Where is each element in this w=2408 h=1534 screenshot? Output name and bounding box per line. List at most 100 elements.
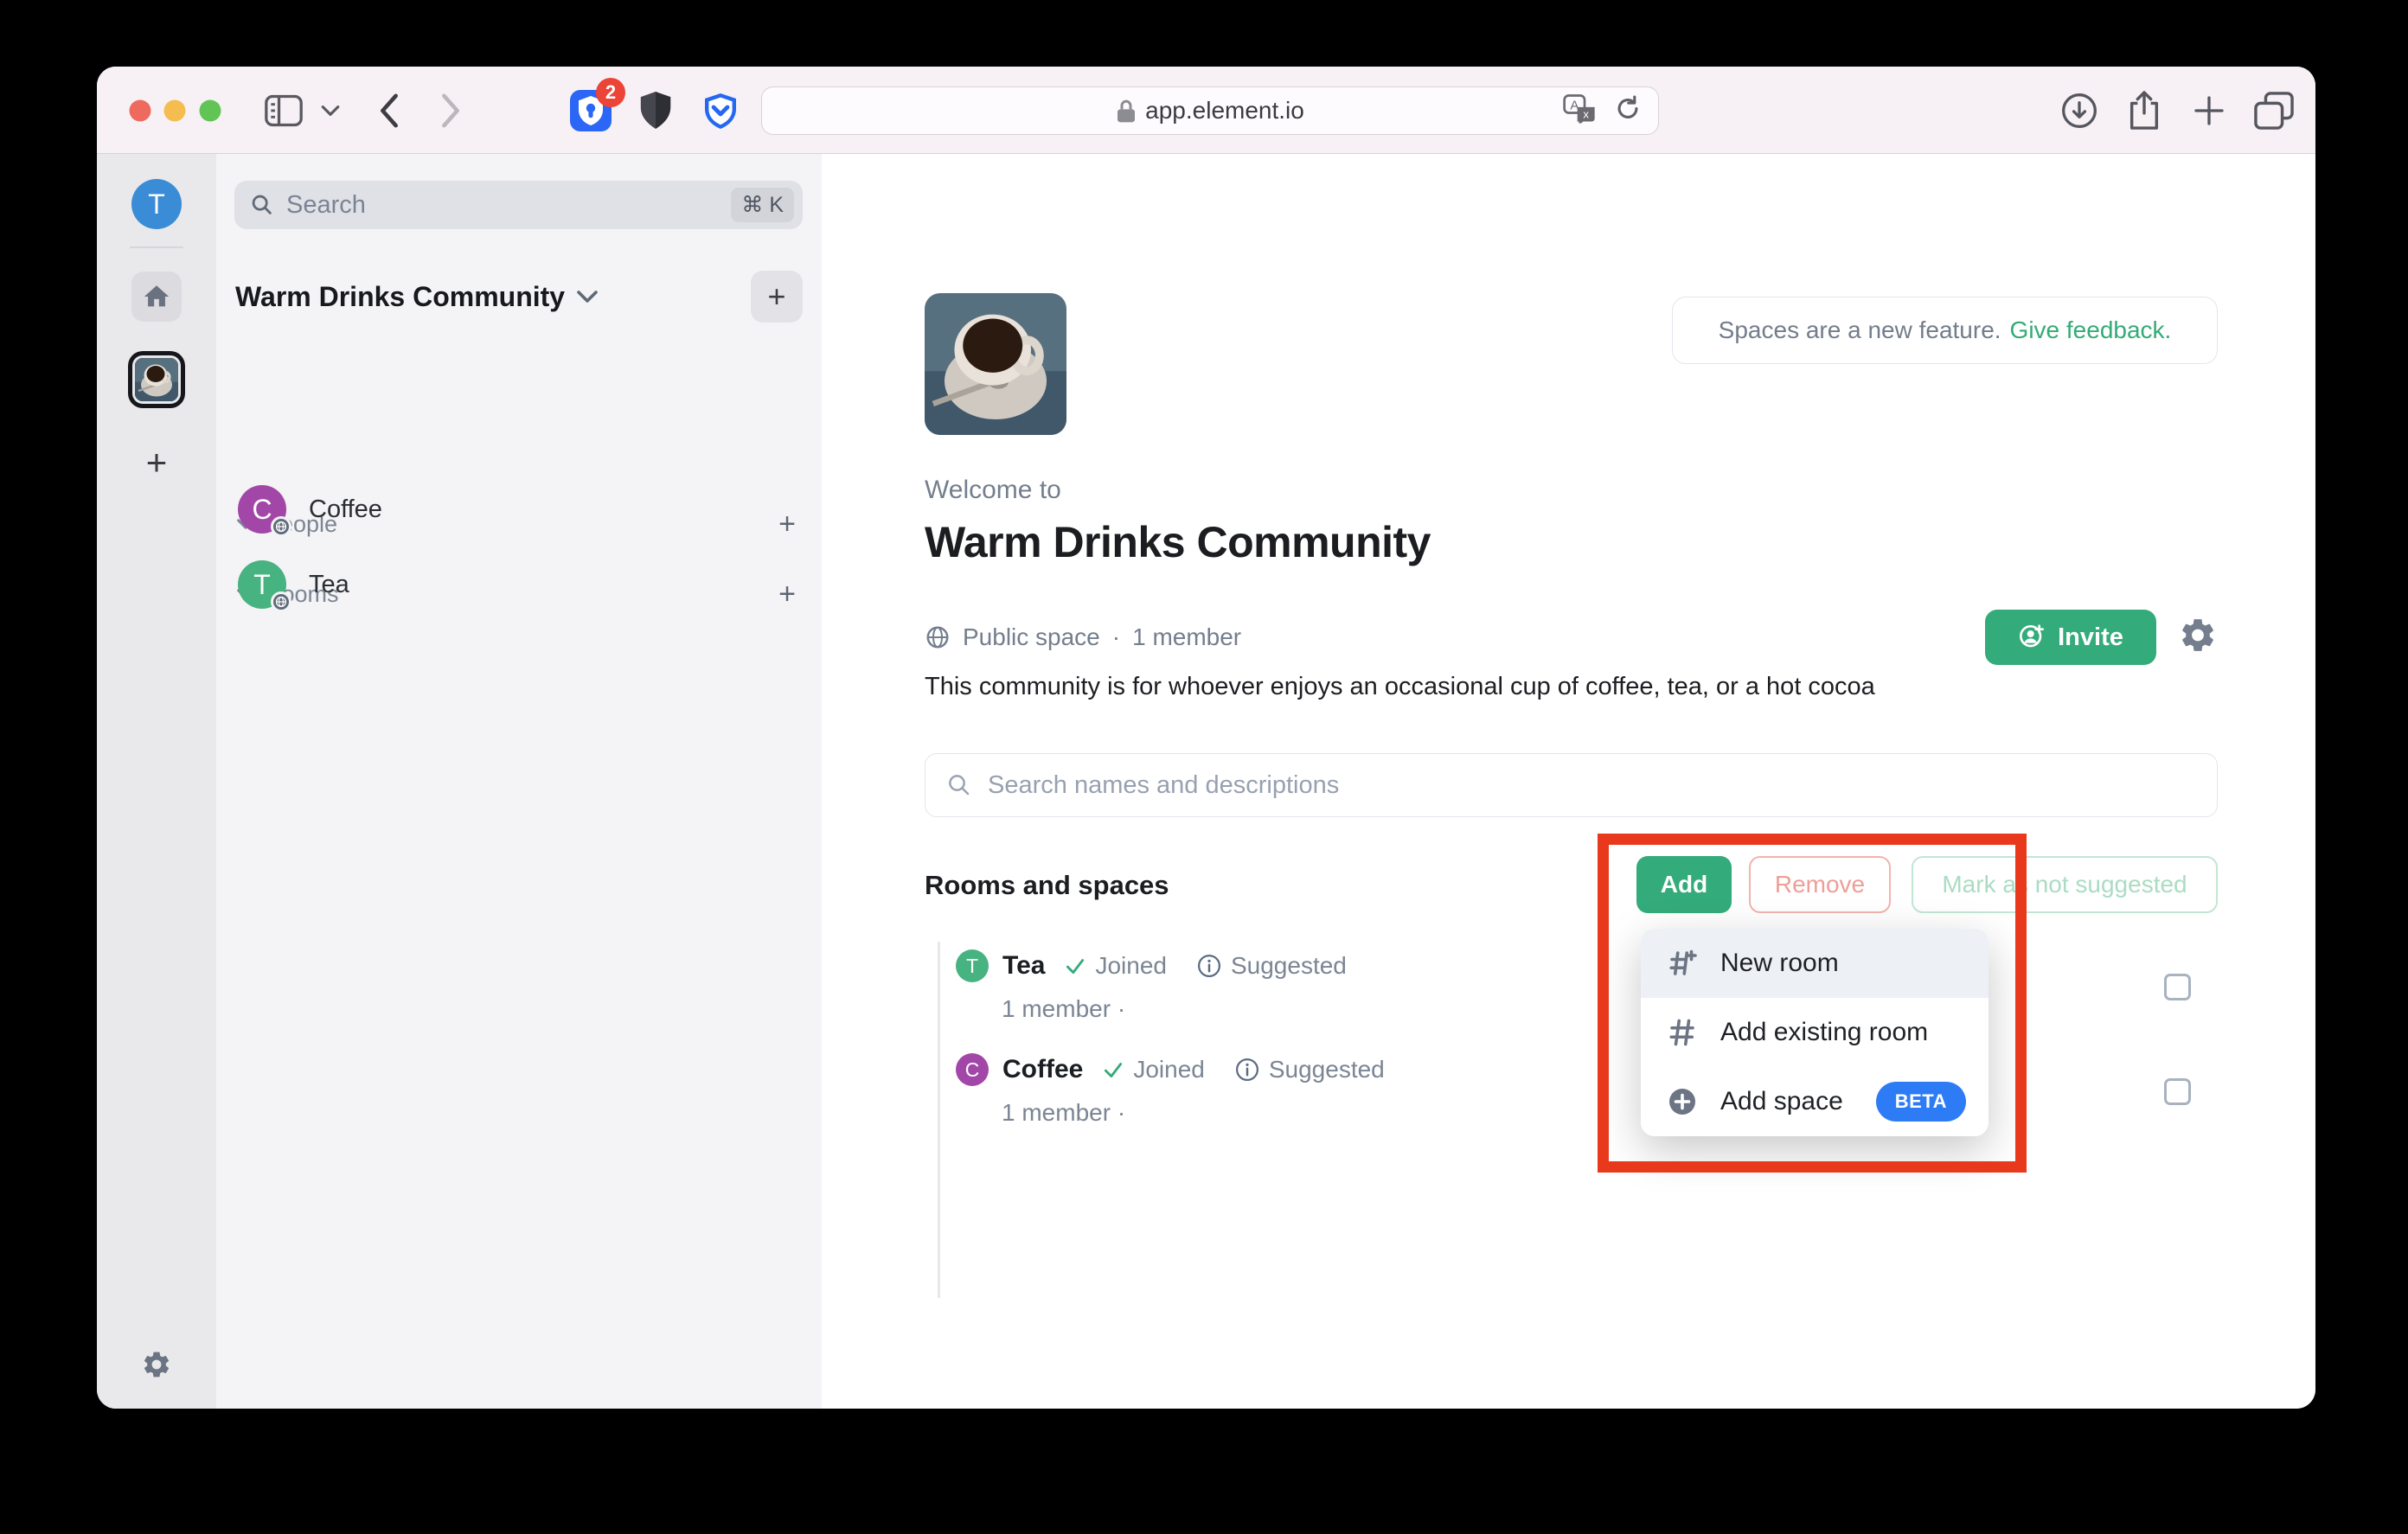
person-add-icon	[2018, 623, 2046, 651]
menu-item-new-room[interactable]: New room	[1641, 929, 1989, 998]
spaces-rail: T +	[97, 154, 216, 1409]
space-avatar-active[interactable]	[128, 351, 185, 408]
traffic-light-close[interactable]	[130, 100, 151, 122]
space-image[interactable]	[925, 293, 1066, 435]
new-tab-icon[interactable]	[2192, 93, 2226, 128]
space-info-row: Public space · 1 member	[925, 623, 1241, 651]
row-room-name: Tea	[1002, 951, 1045, 981]
visibility-label: Public space	[963, 623, 1100, 651]
browser-toolbar: 2 app.element.io Ax	[97, 67, 2315, 154]
remove-button[interactable]: Remove	[1749, 856, 1891, 913]
row-room-name: Coffee	[1002, 1055, 1083, 1084]
hierarchy-tree-line	[938, 942, 940, 1298]
traffic-light-zoom[interactable]	[200, 100, 221, 122]
reload-icon[interactable]	[1613, 94, 1643, 128]
joined-label: Joined	[1133, 1056, 1205, 1083]
tab-overview-icon[interactable]	[2254, 92, 2294, 130]
beta-badge: BETA	[1876, 1082, 1966, 1122]
space-settings-button[interactable]	[2178, 616, 2218, 660]
search-shortcut-badge: ⌘ K	[731, 188, 794, 222]
hash-plus-icon	[1667, 948, 1698, 979]
room-name: Coffee	[309, 495, 382, 524]
info-icon[interactable]	[1196, 953, 1222, 979]
dot-separator: ·	[1112, 623, 1120, 651]
row-member-count: 1 member ·	[1002, 995, 1125, 1023]
lock-icon	[1116, 98, 1137, 124]
search-rooms-input[interactable]: Search names and descriptions	[925, 753, 2218, 817]
welcome-text: Welcome to	[925, 476, 1061, 505]
public-room-globe-icon	[271, 591, 291, 612]
sidebar-toggle-icon[interactable]	[265, 94, 303, 127]
menu-item-label: Add space	[1720, 1087, 1843, 1116]
menu-item-add-space[interactable]: Add space BETA	[1641, 1067, 1989, 1136]
suggested-label: Suggested	[1269, 1056, 1385, 1083]
room-avatar: T	[238, 560, 286, 609]
joined-label: Joined	[1095, 952, 1167, 980]
feedback-banner: Spaces are a new feature. Give feedback.	[1672, 297, 2218, 364]
svg-text:x: x	[1583, 107, 1589, 120]
gear-icon	[2178, 616, 2218, 655]
search-icon	[250, 193, 274, 217]
panel-search-placeholder: Search	[286, 191, 731, 220]
room-avatar: C	[238, 485, 286, 534]
room-name: Tea	[309, 571, 349, 599]
extension-badge: 2	[596, 78, 625, 107]
member-count: 1 member	[1132, 623, 1241, 651]
globe-icon	[925, 624, 951, 650]
rooms-and-spaces-heading: Rooms and spaces	[925, 870, 1169, 901]
coffee-space-avatar	[135, 358, 178, 401]
page-title: Warm Drinks Community	[925, 517, 1431, 567]
chevron-down-icon	[577, 290, 598, 304]
url-bar[interactable]: app.element.io Ax	[761, 86, 1659, 135]
chevron-down-icon[interactable]	[321, 105, 340, 117]
menu-item-add-existing-room[interactable]: Add existing room	[1641, 998, 1989, 1067]
menu-item-label: Add existing room	[1720, 1018, 1928, 1047]
user-avatar[interactable]: T	[131, 179, 182, 229]
settings-button[interactable]	[141, 1349, 172, 1384]
room-list-panel: Search ⌘ K Warm Drinks Community + Peopl…	[216, 154, 822, 1409]
pocket-extension-icon[interactable]	[700, 90, 741, 131]
check-icon	[1064, 955, 1086, 977]
gear-icon	[141, 1349, 172, 1380]
space-header[interactable]: Warm Drinks Community +	[216, 269, 822, 324]
add-button[interactable]: Add	[1636, 856, 1732, 913]
rail-divider	[130, 246, 183, 248]
downloads-icon[interactable]	[2060, 92, 2098, 130]
share-icon[interactable]	[2126, 90, 2162, 131]
add-to-space-button[interactable]: +	[751, 271, 803, 323]
banner-text: Spaces are a new feature.	[1719, 316, 2001, 344]
browser-window: 2 app.element.io Ax	[97, 67, 2315, 1409]
hierarchy-row-coffee[interactable]: C Coffee Joined Suggested	[956, 1053, 1385, 1086]
create-space-button[interactable]: +	[146, 442, 168, 483]
public-room-globe-icon	[271, 516, 291, 537]
password-manager-extension-icon[interactable]: 2	[568, 88, 613, 133]
hierarchy-row-tea[interactable]: T Tea Joined Suggested	[956, 949, 1347, 982]
space-description: This community is for whoever enjoys an …	[925, 673, 2222, 701]
home-button[interactable]	[131, 272, 182, 322]
element-app: T + Search	[97, 154, 2315, 1409]
panel-search-input[interactable]: Search ⌘ K	[234, 181, 803, 229]
row-checkbox-coffee[interactable]	[2164, 1078, 2191, 1105]
room-list-item[interactable]: C Coffee	[216, 476, 822, 543]
check-icon	[1102, 1058, 1124, 1081]
forward-icon[interactable]	[438, 93, 464, 129]
info-icon[interactable]	[1234, 1057, 1260, 1083]
traffic-light-minimize[interactable]	[164, 100, 186, 122]
space-name: Warm Drinks Community	[235, 281, 565, 313]
url-text: app.element.io	[1145, 97, 1304, 125]
screenshot-root: 2 app.element.io Ax	[0, 0, 2408, 1534]
give-feedback-link[interactable]: Give feedback.	[2010, 316, 2172, 344]
back-icon[interactable]	[376, 93, 402, 129]
row-checkbox-tea[interactable]	[2164, 974, 2191, 1000]
invite-button[interactable]: Invite	[1985, 610, 2156, 665]
shield-extension-icon[interactable]	[637, 90, 674, 131]
search-rooms-placeholder: Search names and descriptions	[988, 771, 1339, 800]
menu-item-label: New room	[1720, 949, 1839, 978]
space-home: Spaces are a new feature. Give feedback.…	[822, 154, 2315, 1409]
mark-not-suggested-button[interactable]: Mark as not suggested	[1912, 856, 2218, 913]
room-list-item[interactable]: T Tea	[216, 551, 822, 618]
translate-icon[interactable]: Ax	[1563, 94, 1598, 128]
plus-icon: +	[146, 442, 168, 483]
hash-icon	[1667, 1017, 1698, 1048]
home-icon	[142, 282, 171, 311]
